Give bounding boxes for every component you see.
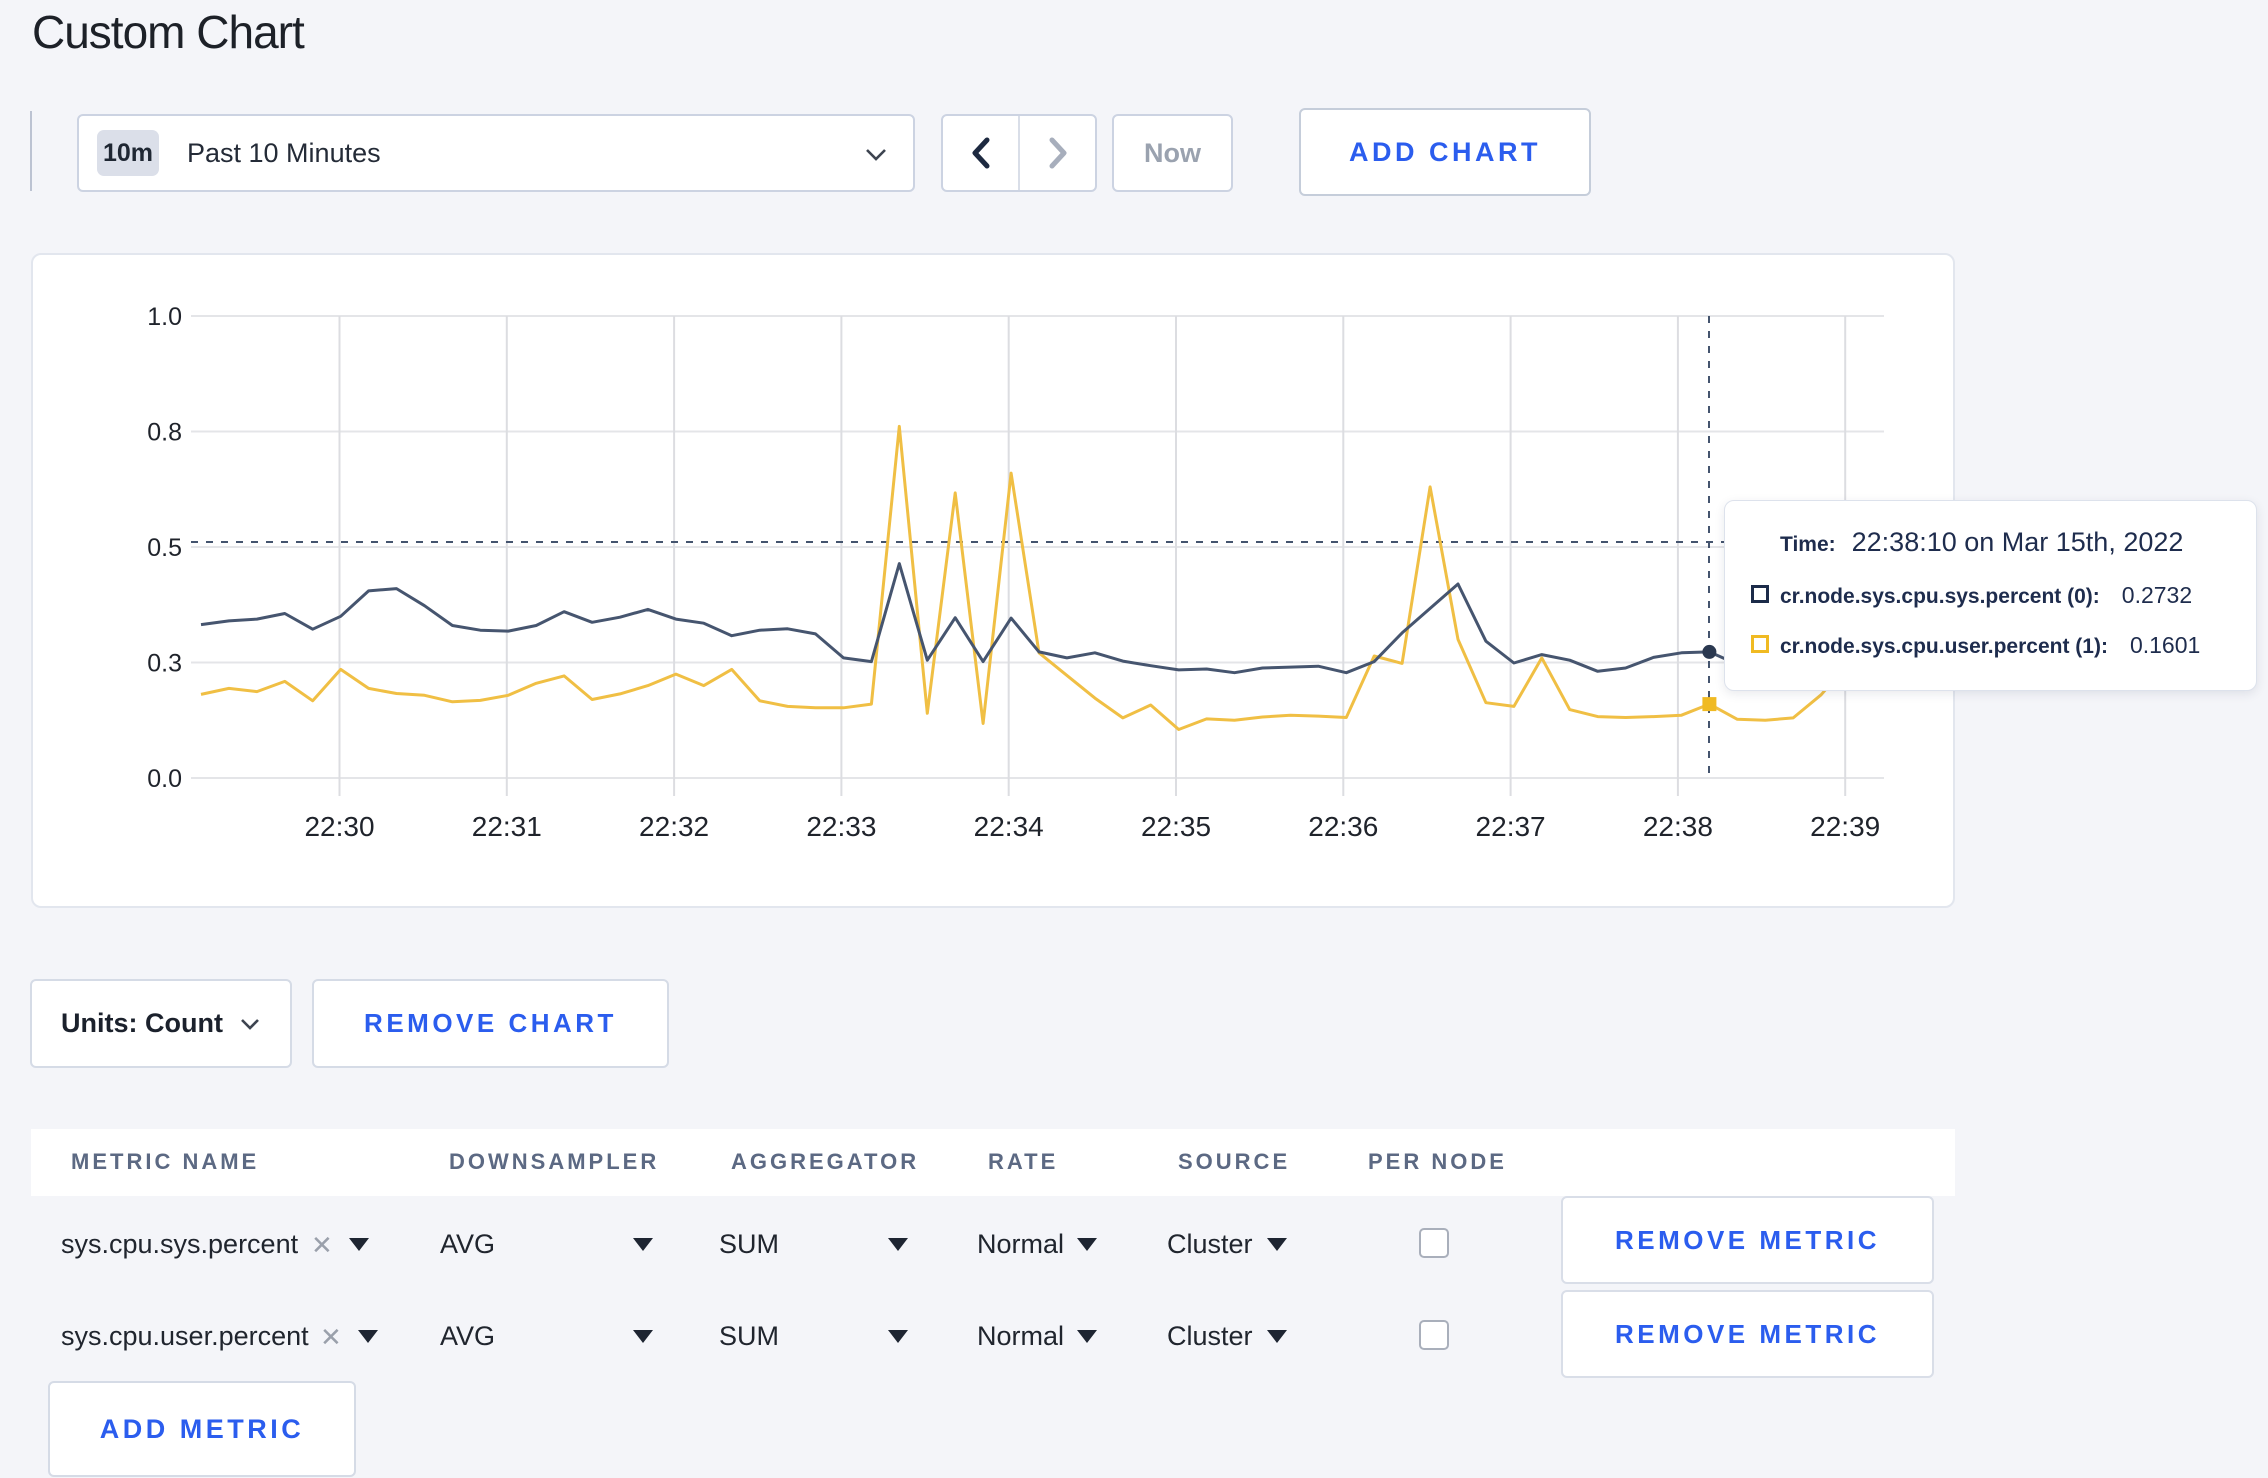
svg-text:22:38: 22:38 bbox=[1643, 811, 1713, 842]
svg-text:22:31: 22:31 bbox=[472, 811, 542, 842]
svg-text:1.0: 1.0 bbox=[147, 303, 182, 331]
svg-text:0.8: 0.8 bbox=[147, 419, 182, 447]
svg-text:22:33: 22:33 bbox=[806, 811, 876, 842]
svg-text:0.5: 0.5 bbox=[147, 534, 182, 562]
svg-text:22:35: 22:35 bbox=[1141, 811, 1211, 842]
svg-text:22:39: 22:39 bbox=[1810, 811, 1880, 842]
svg-text:0.0: 0.0 bbox=[147, 765, 182, 793]
svg-text:0.3: 0.3 bbox=[147, 650, 182, 678]
svg-text:22:30: 22:30 bbox=[304, 811, 374, 842]
svg-text:22:32: 22:32 bbox=[639, 811, 709, 842]
svg-text:22:37: 22:37 bbox=[1476, 811, 1546, 842]
svg-text:22:36: 22:36 bbox=[1308, 811, 1378, 842]
svg-text:22:34: 22:34 bbox=[974, 811, 1044, 842]
